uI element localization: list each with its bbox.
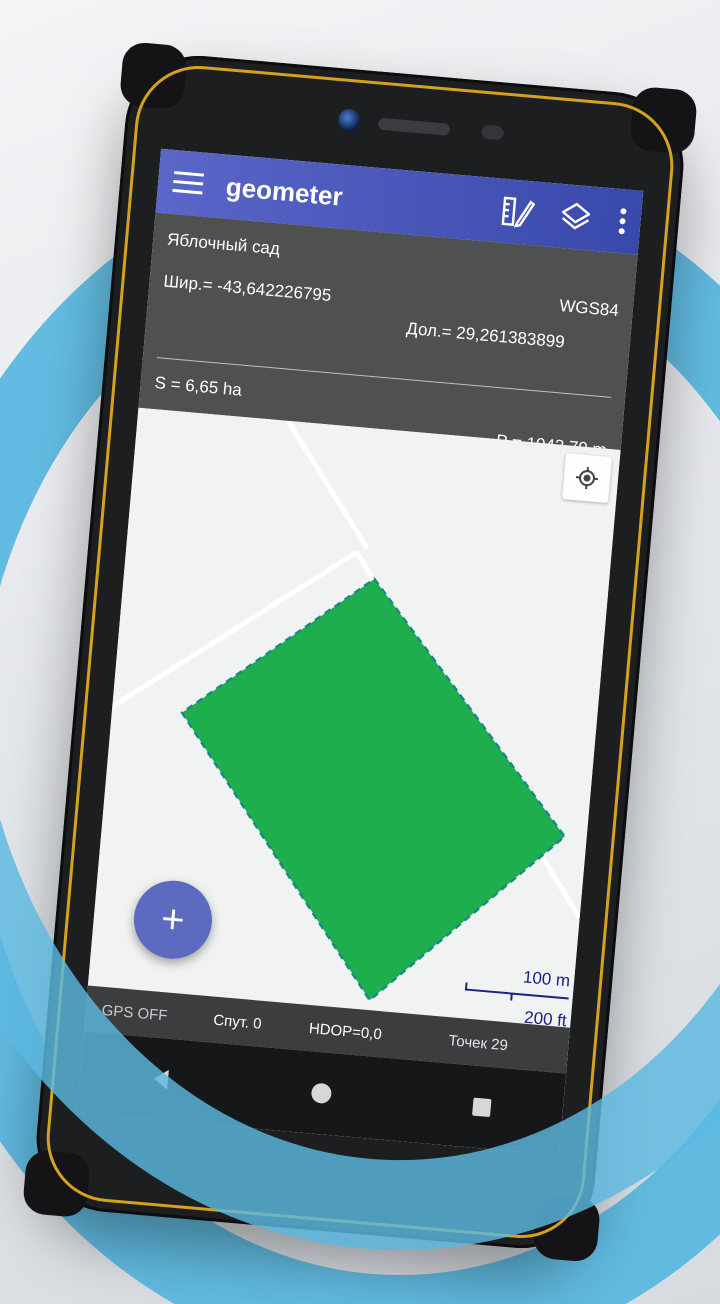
my-location-icon bbox=[575, 467, 599, 490]
nav-recents-icon[interactable] bbox=[444, 1069, 520, 1145]
app-screen: geometer Яблочный сад WGS84 Шир.= -43,64… bbox=[76, 148, 644, 1156]
add-icon: + bbox=[159, 896, 187, 943]
my-location-button[interactable] bbox=[562, 453, 612, 504]
proximity-sensor bbox=[481, 124, 505, 141]
area-value: S = 6,65 ha bbox=[153, 373, 243, 400]
latitude-value: Шир.= -43,642226795 bbox=[162, 271, 333, 306]
hamburger-menu-icon[interactable] bbox=[156, 149, 221, 218]
ruler-pencil-icon[interactable] bbox=[486, 178, 549, 247]
hdop-value: HDOP=0,0 bbox=[308, 1019, 383, 1043]
datum-label: WGS84 bbox=[558, 296, 620, 321]
layers-icon[interactable] bbox=[544, 183, 607, 252]
app-title: geometer bbox=[224, 171, 345, 212]
scale-metric-label: 100 m bbox=[522, 967, 571, 991]
plot-name: Яблочный сад bbox=[166, 229, 281, 259]
points-count: Точек 29 bbox=[447, 1031, 509, 1054]
measured-plot-polygon[interactable] bbox=[158, 563, 585, 1016]
scale-tick bbox=[510, 992, 513, 1001]
satellite-count: Спут. 0 bbox=[212, 1011, 263, 1033]
more-vert-icon[interactable] bbox=[602, 188, 643, 255]
nav-back-icon[interactable] bbox=[123, 1041, 199, 1117]
gps-status[interactable]: GPS OFF bbox=[85, 1000, 214, 1028]
longitude-value: Дол.= 29,261383899 bbox=[405, 318, 566, 352]
nav-home-icon[interactable] bbox=[283, 1055, 359, 1131]
phone-device: geometer Яблочный сад WGS84 Шир.= -43,64… bbox=[21, 41, 699, 1263]
